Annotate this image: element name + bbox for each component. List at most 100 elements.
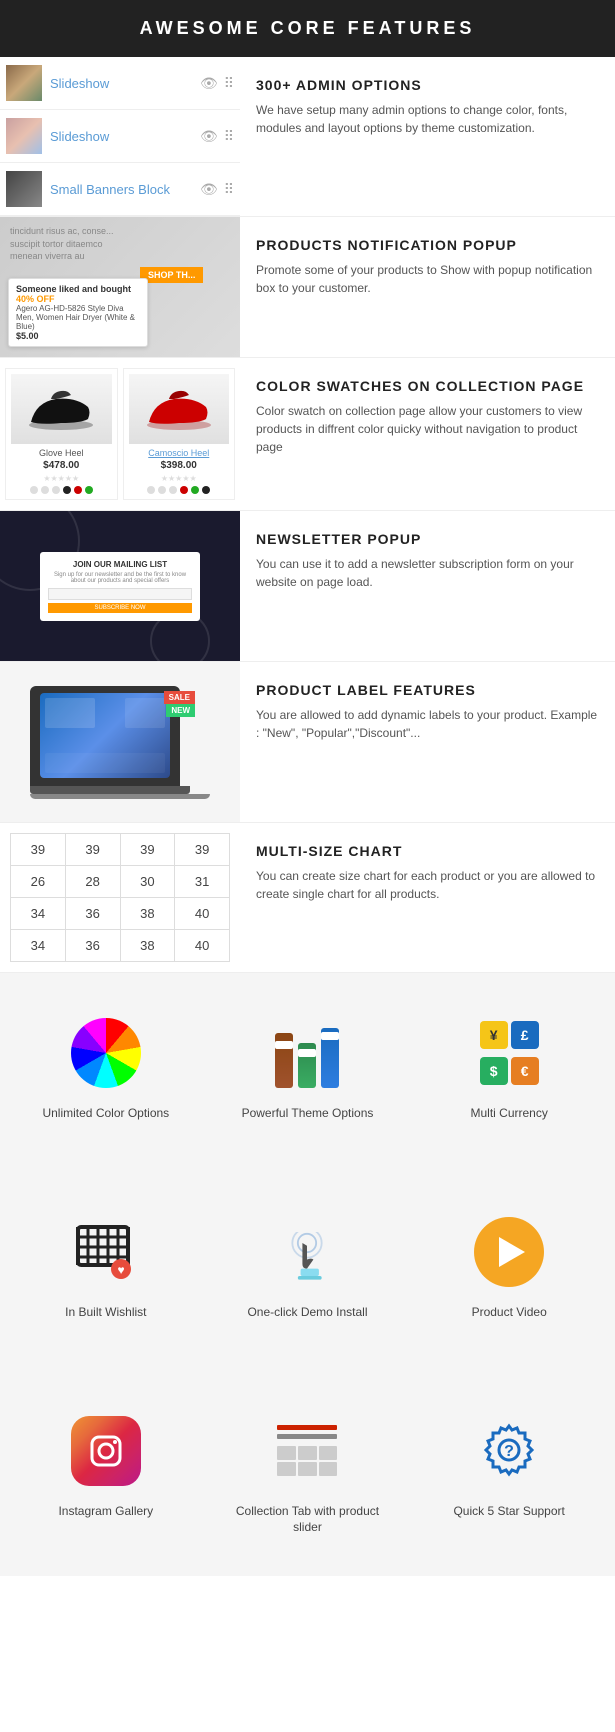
admin-right-panel: 300+ ADMIN OPTIONS We have setup many ad… (240, 57, 615, 216)
size-table-cell: 39 (65, 834, 120, 866)
product-label-feature-desc: You are allowed to add dynamic labels to… (256, 706, 599, 742)
support-gear-icon: ? (474, 1416, 544, 1486)
col-cell-5 (298, 1462, 317, 1476)
slideshow-thumb-2 (6, 118, 42, 154)
size-chart-left-panel: 39393939262830313436384034363840 (0, 823, 240, 972)
swatches-feature-desc: Color swatch on collection page allow yo… (256, 402, 599, 456)
col-cell-3 (319, 1446, 338, 1460)
row-icons-3: 👁 ⠿ (200, 181, 234, 198)
col-cell-1 (277, 1446, 296, 1460)
size-table-cell: 36 (65, 930, 120, 962)
dot (169, 486, 177, 494)
size-table-cell: 40 (175, 930, 230, 962)
drag-icon-1[interactable]: ⠿ (224, 75, 234, 92)
newsletter-section: JOIN OUR MAILING LIST Sign up for our ne… (0, 511, 615, 662)
feature-cell-theme-options: Powerful Theme Options (212, 1003, 404, 1132)
laptop-foot (30, 794, 210, 799)
feature-cell-wishlist: ♥ In Built Wishlist (10, 1202, 202, 1331)
newsletter-subscribe-button[interactable]: SUBSCRIBE NOW (48, 603, 192, 613)
size-table-row: 26283031 (11, 866, 230, 898)
euro-box: € (511, 1057, 539, 1085)
dot (202, 486, 210, 494)
eye-icon-3[interactable]: 👁 (200, 181, 218, 198)
dot (180, 486, 188, 494)
product-label-left-panel: SALE NEW (0, 662, 240, 822)
notif-product-name: Agero AG-HD-5826 Style Diva Men, Women H… (16, 304, 135, 331)
theme-toggles-icon (275, 1018, 339, 1088)
newsletter-left-panel: JOIN OUR MAILING LIST Sign up for our ne… (0, 511, 240, 661)
feature-cell-product-video: Product Video (413, 1202, 605, 1331)
play-triangle (499, 1237, 525, 1267)
color-wheel-icon (71, 1018, 141, 1088)
dot (85, 486, 93, 494)
screen-element (125, 698, 165, 728)
size-table-cell: 30 (120, 866, 175, 898)
laptop-screen (40, 693, 170, 778)
dot (41, 486, 49, 494)
notification-section: tincidunt risus ac, conse... suscipit to… (0, 217, 615, 358)
feature-cell-color-options: Unlimited Color Options (10, 1003, 202, 1132)
notif-lorem3: menean viverra au (10, 250, 240, 263)
shoe-name-1: Glove Heel (11, 448, 112, 458)
cart-svg: ♥ (73, 1219, 138, 1284)
admin-feature-desc: We have setup many admin options to chan… (256, 101, 599, 137)
slideshow-label-1[interactable]: Slideshow (50, 76, 200, 91)
new-badge: NEW (166, 704, 195, 717)
col-cell-2 (298, 1446, 317, 1460)
admin-options-section: Slideshow 👁 ⠿ Slideshow 👁 ⠿ Small Banner… (0, 57, 615, 217)
feature-cell-label-multi-currency: Multi Currency (470, 1105, 547, 1122)
slideshow-row-2: Slideshow 👁 ⠿ (0, 110, 240, 163)
size-table-row: 39393939 (11, 834, 230, 866)
shop-button[interactable]: SHOP TH... (140, 267, 203, 283)
shoe-dots-2 (129, 486, 230, 494)
shoe-image-1 (11, 374, 112, 444)
newsletter-email-input[interactable] (48, 588, 192, 600)
feature-cell-label-theme-options: Powerful Theme Options (242, 1105, 374, 1122)
slideshow-thumb-1 (6, 65, 42, 101)
newsletter-inner-desc: Sign up for our newsletter and be the fi… (48, 572, 192, 584)
shoes-grid: Glove Heel $478.00 ★★★★★ (5, 368, 235, 500)
dollar-box: $ (480, 1057, 508, 1085)
slideshow-thumb-3 (6, 171, 42, 207)
notif-lorem2: suscipit tortor ditaemco (10, 238, 240, 251)
admin-feature-title: 300+ ADMIN OPTIONS (256, 77, 599, 93)
shoe-card-1: Glove Heel $478.00 ★★★★★ (5, 368, 118, 500)
instagram-icon (71, 1416, 141, 1486)
col-cell-6 (319, 1462, 338, 1476)
feature-cell-label-wishlist: In Built Wishlist (65, 1304, 146, 1321)
drag-icon-2[interactable]: ⠿ (224, 128, 234, 145)
multi-currency-icon: ¥ £ $ € (469, 1013, 549, 1093)
eye-icon-2[interactable]: 👁 (200, 128, 218, 145)
dot (63, 486, 71, 494)
feature-cell-multi-currency: ¥ £ $ € Multi Currency (413, 1003, 605, 1132)
size-table-cell: 38 (120, 898, 175, 930)
header-title: AWESOME CORE FEATURES (140, 18, 476, 38)
dot (158, 486, 166, 494)
col-bar-1 (277, 1425, 337, 1430)
drag-icon-3[interactable]: ⠿ (224, 181, 234, 198)
pound-box: £ (511, 1021, 539, 1049)
shoe-price-2: $398.00 (129, 460, 230, 471)
laptop-body (30, 686, 180, 786)
slideshow-label-3[interactable]: Small Banners Block (50, 182, 200, 197)
laptop-wrapper: SALE NEW (30, 686, 210, 799)
dot (147, 486, 155, 494)
laptop-screen-content (45, 698, 95, 728)
shoe-stars-2: ★★★★★ (129, 474, 230, 483)
demo-icon (272, 1217, 342, 1287)
slideshow-label-2[interactable]: Slideshow (50, 129, 200, 144)
video-play-icon (474, 1217, 544, 1287)
size-table-cell: 34 (11, 898, 66, 930)
page-header: AWESOME CORE FEATURES (0, 0, 615, 57)
size-chart-right-panel: MULTI-SIZE CHART You can create size cha… (240, 823, 615, 972)
shoe-stars-1: ★★★★★ (11, 474, 112, 483)
shoe-dots-1 (11, 486, 112, 494)
product-video-icon (469, 1212, 549, 1292)
row-icons-2: 👁 ⠿ (200, 128, 234, 145)
notification-feature-title: PRODUCTS NOTIFICATION POPUP (256, 237, 599, 253)
size-table-cell: 26 (11, 866, 66, 898)
svg-text:?: ? (504, 1443, 514, 1460)
size-chart-feature-title: MULTI-SIZE CHART (256, 843, 599, 859)
eye-icon-1[interactable]: 👁 (200, 75, 218, 92)
toggle-knob-3 (321, 1032, 339, 1040)
